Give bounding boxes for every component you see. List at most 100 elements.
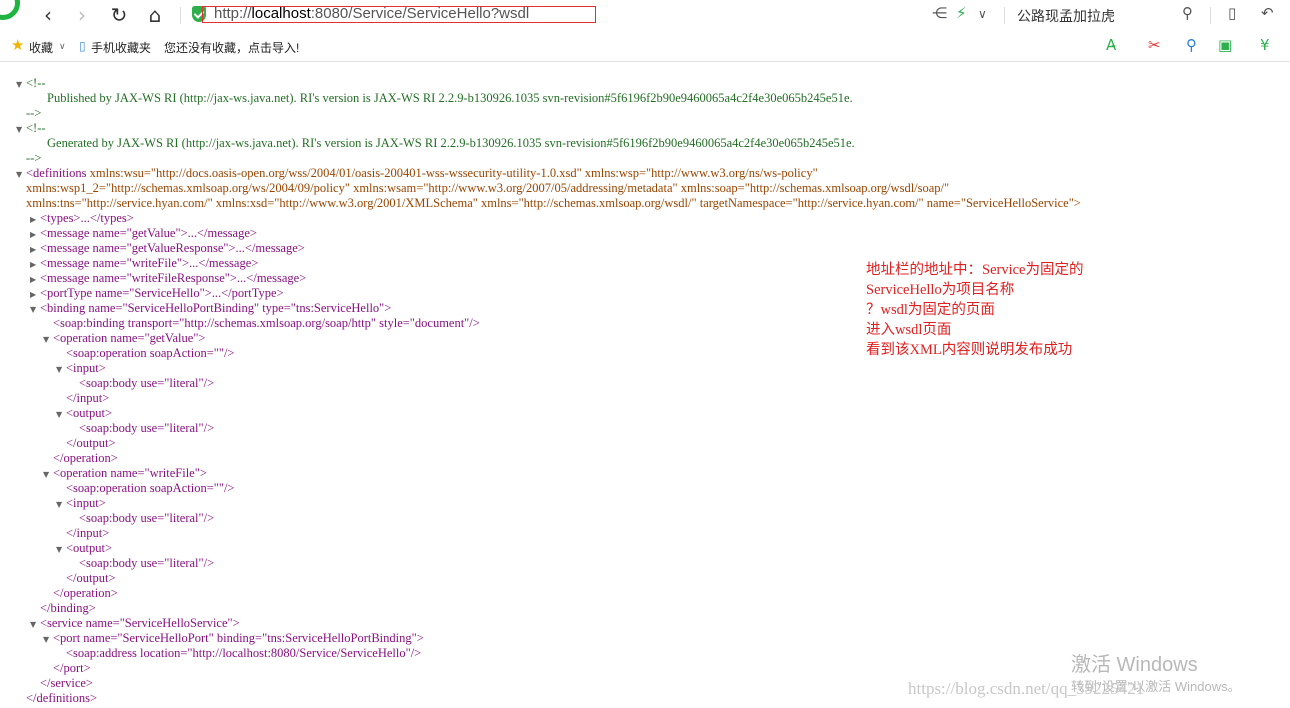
toolbar-divider-2 xyxy=(1004,7,1005,24)
soap-body: <soap:body use="literal"/> xyxy=(79,556,215,570)
operation-close: </operation> xyxy=(53,586,118,600)
annotation-line: ServiceHello为项目名称 xyxy=(866,282,1015,298)
home-button[interactable]: ⌂ xyxy=(141,2,169,28)
expand-triangle-icon[interactable]: ▶ xyxy=(30,257,40,272)
definitions-close: </definitions> xyxy=(26,691,98,705)
collapse-triangle-icon[interactable]: ▼ xyxy=(43,467,53,482)
xml-line: ▶ <message name="getValueResponse">...</m… xyxy=(30,241,305,256)
expand-triangle-icon[interactable]: ▶ xyxy=(30,212,40,227)
definitions-attrs-line2: xmlns:wsp1_2="http://schemas.xmlsoap.org… xyxy=(26,181,950,195)
collapse-triangle-icon[interactable]: ▼ xyxy=(30,302,40,317)
binding-close: </binding> xyxy=(40,601,96,615)
collapse-triangle-icon[interactable]: ▼ xyxy=(16,77,26,92)
toolbar-divider xyxy=(180,7,181,24)
soap-operation: <soap:operation soapAction=""/> xyxy=(66,481,235,495)
collapse-triangle-icon[interactable]: ▼ xyxy=(56,362,66,377)
xml-line: ▼ <port name="ServiceHelloPort" binding="… xyxy=(43,631,424,646)
expand-triangle-icon[interactable]: ▶ xyxy=(30,242,40,257)
windows-activation-title: 激活 Windows xyxy=(1071,654,1198,676)
message-writefileresponse: <message name="writeFileResponse">...</m… xyxy=(40,271,307,285)
browser-toolbar: ‹ › ↻ ⌂ http://localhost:8080/Service/Se… xyxy=(0,0,1290,31)
port-close: </port> xyxy=(53,661,91,675)
definitions-tag: <definitions xyxy=(26,166,87,180)
annotation-note: 地址栏的地址中：Service为固定的 ServiceHello为项目名称 ？w… xyxy=(866,260,1083,360)
soap-address: <soap:address location="http://localhost… xyxy=(66,646,422,660)
xml-line: ▶ <portType name="ServiceHello">...</port… xyxy=(30,286,284,301)
output-close: </output> xyxy=(66,571,116,585)
speed-mode-icon[interactable]: ⚡ xyxy=(956,4,967,22)
browser-logo-icon xyxy=(0,0,20,20)
comment-open: <!-- xyxy=(26,76,46,90)
message-getvalueresponse: <message name="getValueResponse">...</me… xyxy=(40,241,305,255)
comment-open: <!-- xyxy=(26,121,46,135)
collapse-triangle-icon[interactable]: ▼ xyxy=(16,167,26,182)
collapse-triangle-icon[interactable]: ▼ xyxy=(43,632,53,647)
output-close: </output> xyxy=(66,436,116,450)
xml-line: ▼ <definitions xmlns:wsu="http://docs.oas… xyxy=(16,166,818,181)
xml-line: ▼ <operation name="getValue"> xyxy=(43,331,205,346)
xml-line: ▼ <binding name="ServiceHelloPortBinding"… xyxy=(30,301,391,316)
scissors-icon[interactable]: ✂ xyxy=(1148,36,1161,54)
toolbar-divider-3 xyxy=(1210,7,1211,24)
forward-button[interactable]: › xyxy=(68,2,96,28)
xml-line: ▶ <message name="writeFile">...</message> xyxy=(30,256,258,271)
xml-document-viewer: ▼ <!-- Published by JAX-WS RI (http://jax… xyxy=(0,62,1290,708)
service-open: <service name="ServiceHelloService"> xyxy=(40,616,240,630)
xml-line: ▶ <message name="writeFileResponse">...</… xyxy=(30,271,306,286)
porttype-element: <portType name="ServiceHello">...</portT… xyxy=(40,286,284,300)
collapse-triangle-icon[interactable]: ▼ xyxy=(43,332,53,347)
mobile-bookmarks[interactable]: 手机收藏夹 xyxy=(91,39,151,56)
back-button[interactable]: ‹ xyxy=(34,2,62,28)
collapse-triangle-icon[interactable]: ▼ xyxy=(56,407,66,422)
collapse-triangle-icon[interactable]: ▼ xyxy=(56,542,66,557)
types-element: <types>...</types> xyxy=(40,211,134,225)
annotation-line: 地址栏的地址中：Service为固定的 xyxy=(866,262,1084,278)
refresh-button[interactable]: ↻ xyxy=(105,2,133,28)
port-open: <port name="ServiceHelloPort" binding="t… xyxy=(53,631,424,645)
xml-line: ▼ <!-- xyxy=(16,121,46,136)
share-icon[interactable]: ⋲ xyxy=(932,4,947,22)
message-writefile: <message name="writeFile">...</message> xyxy=(40,256,259,270)
translate-icon[interactable]: A̵ xyxy=(1106,36,1116,54)
comment-close: --> xyxy=(26,106,42,120)
mobile-icon: ▯ xyxy=(79,39,86,53)
expand-triangle-icon[interactable]: ▶ xyxy=(30,227,40,242)
magnifier-icon[interactable]: ⚲ xyxy=(1186,36,1197,54)
chevron-down-icon[interactable]: ∨ xyxy=(59,41,66,52)
soap-body: <soap:body use="literal"/> xyxy=(79,511,215,525)
xml-line: ▼ <service name="ServiceHelloService"> xyxy=(30,616,240,631)
xml-line: ▼ <operation name="writeFile"> xyxy=(43,466,207,481)
favorites-menu[interactable]: 收藏 xyxy=(29,39,53,56)
annotation-line: 看到该XML内容则说明发布成功 xyxy=(866,342,1073,358)
xml-line: ▼ <output> xyxy=(56,406,112,421)
soap-body: <soap:body use="literal"/> xyxy=(79,376,215,390)
import-bookmarks-link[interactable]: 您还没有收藏，点击导入! xyxy=(164,39,299,56)
expand-triangle-icon[interactable]: ▶ xyxy=(30,272,40,287)
star-icon: ★ xyxy=(11,36,25,54)
undo-icon[interactable]: ↶ xyxy=(1261,4,1274,22)
xml-line: ▼ <input> xyxy=(56,496,106,511)
search-icon[interactable]: ⚲ xyxy=(1182,4,1193,22)
phone-icon[interactable]: ▯ xyxy=(1228,4,1236,22)
definitions-attrs: xmlns:wsu="http://docs.oasis-open.org/ws… xyxy=(86,166,818,180)
xml-comment-generated: Generated by JAX-WS RI (http://jax-ws.ja… xyxy=(47,136,855,150)
wallet-icon[interactable]: ¥ xyxy=(1260,36,1270,54)
xml-line: ▼ <!-- xyxy=(16,76,46,91)
collapse-triangle-icon[interactable]: ▼ xyxy=(30,617,40,632)
soap-binding: <soap:binding transport="http://schemas.… xyxy=(53,316,480,330)
xml-line: ▼ <output> xyxy=(56,541,112,556)
output-open: <output> xyxy=(66,541,113,555)
expand-triangle-icon[interactable]: ▶ xyxy=(30,287,40,302)
collapse-triangle-icon[interactable]: ▼ xyxy=(16,122,26,137)
operation-close: </operation> xyxy=(53,451,118,465)
bookmark-bar: ★ 收藏 ∨ ▯ 手机收藏夹 您还没有收藏，点击导入! A̵ ✂ ⚲ ▣ ¥ xyxy=(0,31,1290,62)
search-box-hint[interactable]: 公路现孟加拉虎 xyxy=(1017,6,1115,26)
definitions-attrs-line3: xmlns:tns="http://service.hyan.com/" xml… xyxy=(26,196,1081,210)
chevron-down-icon[interactable]: ∨ xyxy=(978,7,987,21)
xml-line: ▶ <types>...</types> xyxy=(30,211,134,226)
comment-close: --> xyxy=(26,151,42,165)
operation-writefile-open: <operation name="writeFile"> xyxy=(53,466,207,480)
address-bar[interactable]: http://localhost:8080/Service/ServiceHel… xyxy=(188,4,913,27)
collapse-triangle-icon[interactable]: ▼ xyxy=(56,497,66,512)
gamepad-icon[interactable]: ▣ xyxy=(1218,36,1232,54)
